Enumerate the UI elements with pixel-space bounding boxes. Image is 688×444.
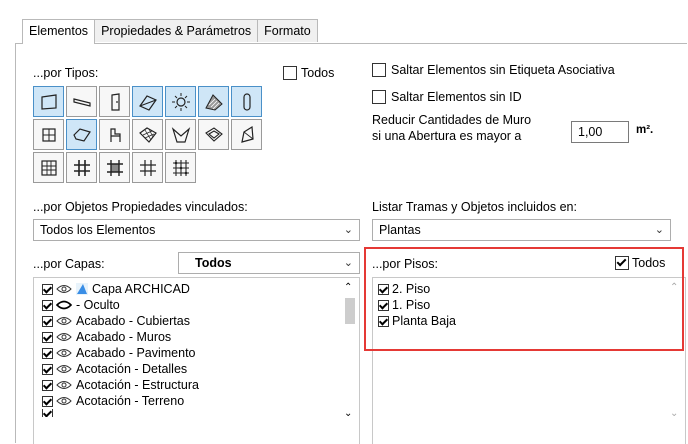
checkbox-icon[interactable] [42,283,53,295]
layer-name: Capa ARCHICAD [92,282,190,296]
morph-icon[interactable] [198,119,229,150]
grid-frame-icon[interactable] [132,152,163,183]
chevron-down-icon[interactable]: ⌄ [670,408,678,419]
curtain-wall-icon[interactable] [33,152,64,183]
grid-junction-icon[interactable] [165,152,196,183]
skip-no-id-text: Saltar Elementos sin ID [391,90,522,104]
column-icon[interactable] [231,86,262,117]
checkbox-icon[interactable] [283,66,297,80]
tab-bar: Elementos Propiedades & Parámetros Forma… [22,19,318,44]
checkbox-icon [42,409,53,417]
checkbox-icon[interactable] [42,379,53,391]
checkbox-icon[interactable] [42,395,53,407]
eye-icon[interactable] [56,316,72,326]
layer-name: Acotación - Detalles [76,362,188,376]
checkbox-icon[interactable] [42,315,53,327]
list-item[interactable]: Acotación - Terreno [42,393,184,409]
highlight-frame [364,247,684,351]
layer-name: - Oculto [76,298,120,312]
layer-name: Acotación - Estructura [76,378,199,392]
layer-name: Acotación - Terreno [76,394,185,408]
chevron-down-icon[interactable]: ⌄ [344,408,352,419]
layers-list[interactable]: Capa ARCHICAD - Oculto Acabado - Cubiert… [33,277,360,444]
checkbox-icon[interactable] [42,363,53,375]
eye-icon[interactable] [56,364,72,374]
list-item[interactable]: Acotación - Detalles [42,361,187,377]
eye-closed-icon[interactable] [56,300,72,310]
list-in-dropdown[interactable]: Plantas ⌄ [372,219,671,241]
tab-propiedades[interactable]: Propiedades & Parámetros [94,19,259,42]
scroll-thumb[interactable] [345,298,355,324]
list-in-value: Plantas [379,223,421,237]
unit-label: m². [636,124,654,136]
chevron-down-icon: ⌄ [343,224,353,236]
list-item[interactable]: Capa ARCHICAD [42,281,190,297]
settings-panel: ...por Tipos: Todos Saltar Elementos sin… [15,43,687,444]
layers-filter-dropdown[interactable]: Todos ⌄ [178,252,360,274]
checkbox-icon[interactable] [42,347,53,359]
layer-name: Acabado - Pavimento [76,346,196,360]
opening-size-input[interactable]: 1,00 [571,121,629,143]
slab-icon[interactable] [132,86,163,117]
railing-icon[interactable] [231,119,262,150]
object-icon[interactable] [99,119,130,150]
list-item[interactable]: Acabado - Cubiertas [42,313,190,329]
grid-icon[interactable] [66,152,97,183]
properties-value: Todos los Elementos [40,223,156,237]
layer-name: Acabado - Muros [76,330,172,344]
checkbox-icon[interactable] [42,299,53,311]
list-item[interactable]: Acotación - Estructura [42,377,199,393]
chevron-up-icon[interactable]: ⌃ [344,282,352,293]
reduce-line2: si una Abertura es mayor a [372,129,522,143]
chevron-down-icon: ⌄ [343,257,353,269]
properties-dropdown[interactable]: Todos los Elementos ⌄ [33,219,360,241]
skip-no-label-text: Saltar Elementos sin Etiqueta Asociativa [391,63,615,77]
eye-icon[interactable] [56,380,72,390]
beam-icon[interactable] [66,86,97,117]
tab-elementos[interactable]: Elementos [22,19,96,44]
list-item-partial [42,409,56,417]
checkbox-icon[interactable] [372,90,386,104]
eye-icon[interactable] [56,348,72,358]
roof-icon[interactable] [198,86,229,117]
wall-icon[interactable] [33,86,64,117]
shell-icon[interactable] [66,119,97,150]
types-all-label: Todos [301,66,335,80]
reduce-wall-label: Reducir Cantidades de Muro si una Abertu… [372,112,531,144]
eye-icon[interactable] [56,396,72,406]
list-item[interactable]: Acabado - Muros [42,329,171,345]
checkbox-icon[interactable] [372,63,386,77]
door-icon[interactable] [99,86,130,117]
grid-panel-icon[interactable] [99,152,130,183]
checkbox-icon[interactable] [42,331,53,343]
layers-filter-value: Todos [195,256,232,270]
list-item[interactable]: Acabado - Pavimento [42,345,196,361]
tab-formato[interactable]: Formato [257,19,318,42]
list-item[interactable]: - Oculto [42,297,120,313]
mesh-icon[interactable] [132,119,163,150]
reduce-line1: Reducir Cantidades de Muro [372,113,532,127]
skip-no-label-option[interactable]: Saltar Elementos sin Etiqueta Asociativa [372,63,615,77]
layers-scrollbar[interactable]: ⌃ ⌄ [343,280,357,430]
chevron-down-icon: ⌄ [654,224,664,236]
layer-icon [76,283,88,295]
lamp-icon[interactable] [165,86,196,117]
eye-icon[interactable] [56,332,72,342]
by-properties-label: ...por Objetos Propiedades vinculados: [33,200,248,214]
by-types-label: ...por Tipos: [33,66,99,80]
layer-name: Acabado - Cubiertas [76,314,190,328]
eye-icon[interactable] [56,284,72,294]
skylight-icon[interactable] [165,119,196,150]
by-layers-label: ...por Capas: [33,257,105,271]
skip-no-id-option[interactable]: Saltar Elementos sin ID [372,90,522,104]
types-all-checkbox[interactable]: Todos [283,66,334,80]
window-icon[interactable] [33,119,64,150]
list-in-label: Listar Tramas y Objetos incluidos en: [372,200,577,214]
